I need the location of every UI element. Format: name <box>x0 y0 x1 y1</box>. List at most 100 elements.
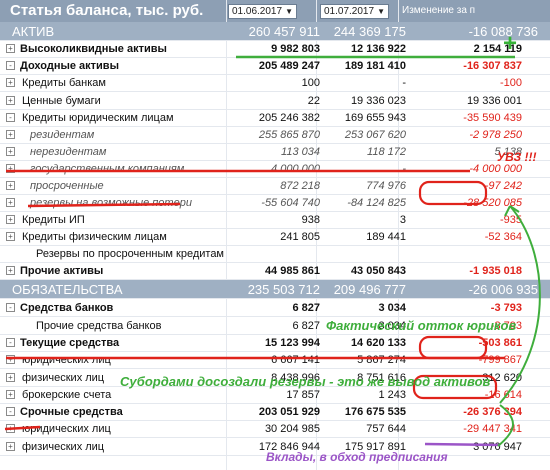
expand-icon[interactable]: + <box>6 266 15 275</box>
section-row[interactable]: АКТИВ 260 457 911 244 369 175 -16 088 736 <box>0 22 550 41</box>
row-label: брокерские счета <box>22 389 112 401</box>
table-row[interactable]: + юридических лиц 6 667 141 5 867 274 -799 8… <box>0 352 550 369</box>
collapse-icon[interactable]: - <box>6 407 15 416</box>
table-row[interactable]: + государственным компаниям 4 000 000 - -4 0… <box>0 161 550 178</box>
table-row[interactable]: + Прочие активы 44 985 861 43 050 843 -1 935… <box>0 263 550 280</box>
value-change: -97 242 <box>484 180 522 192</box>
row-label: Кредиты юридическим лицам <box>22 112 174 124</box>
value-date2: 3 <box>399 214 406 226</box>
expand-icon[interactable]: + <box>6 147 15 156</box>
row-label: юридических лиц <box>22 354 111 366</box>
table-row[interactable]: + резервы на возможные потери -55 604 740 -… <box>0 195 550 212</box>
value-change: -26 006 935 <box>468 282 538 297</box>
value-change: -35 590 439 <box>463 112 522 124</box>
value-change: -29 447 341 <box>463 423 522 435</box>
expand-icon[interactable]: + <box>6 424 15 433</box>
row-label: Текущие средства <box>20 337 120 349</box>
value-date1: 4 000 000 <box>271 163 320 175</box>
collapse-icon[interactable]: - <box>6 303 15 312</box>
table-row[interactable]: Резервы по просроченным кредитам <box>0 246 550 263</box>
table-row[interactable]: + юридических лиц 30 204 985 757 644 -29 447… <box>0 421 550 438</box>
collapse-icon[interactable]: - <box>6 61 15 70</box>
table-row[interactable]: - Доходные активы 205 489 247 189 181 410 -1… <box>0 58 550 75</box>
expand-icon[interactable]: + <box>6 44 15 53</box>
value-date1: 22 <box>307 95 320 107</box>
expand-icon[interactable]: + <box>6 232 15 241</box>
value-date2: 176 675 535 <box>344 406 406 418</box>
table-row[interactable]: - Кредиты юридическим лицам 205 246 382 169… <box>0 110 550 127</box>
table-row[interactable]: + Кредиты ИП 938 3 -935 <box>0 212 550 229</box>
value-change: -503 861 <box>478 337 522 349</box>
table-row[interactable]: + Высоколиквидные активы 9 982 803 12 136 9… <box>0 41 550 58</box>
row-label: Высоколиквидные активы <box>20 43 167 55</box>
value-date1: 235 503 712 <box>247 282 320 297</box>
row-label: ОБЯЗАТЕЛЬСТВА <box>12 282 123 297</box>
value-date1: 6 667 141 <box>271 354 320 366</box>
change-column-header: Изменение за п <box>402 5 476 16</box>
value-date2: 5 867 274 <box>357 354 406 366</box>
collapse-icon[interactable]: - <box>6 338 15 347</box>
value-date1: 205 246 382 <box>258 112 320 124</box>
row-label: Доходные активы <box>20 60 119 72</box>
value-date2: 774 976 <box>366 180 406 192</box>
expand-icon[interactable]: + <box>6 130 15 139</box>
value-date2: 12 136 922 <box>350 43 406 55</box>
table-row[interactable]: + Кредиты банкам 100 - -100 <box>0 75 550 92</box>
value-change: -16 614 <box>484 389 522 401</box>
annotation-uvz: УВЗ !!! <box>497 150 537 164</box>
value-date2: 253 067 620 <box>344 129 406 141</box>
date2-select[interactable]: 01.07.2017 ▼ <box>320 4 389 19</box>
value-date2: -84 124 825 <box>347 197 406 209</box>
table-row[interactable]: + просроченные 872 218 774 976 -97 242 <box>0 178 550 195</box>
value-date2: - <box>402 77 406 89</box>
table-row[interactable]: - Текущие средства 15 123 994 14 620 133 -50… <box>0 335 550 352</box>
chevron-down-icon: ▼ <box>377 7 385 16</box>
table-header: Статья баланса, тыс. руб. 01.06.2017 ▼ 01… <box>0 0 550 23</box>
value-date1: 113 034 <box>281 146 320 158</box>
expand-icon[interactable]: + <box>6 181 15 190</box>
expand-icon[interactable]: + <box>6 390 15 399</box>
row-label: Прочие средства банков <box>36 320 162 332</box>
value-change: -935 <box>499 214 522 226</box>
row-label: Прочие активы <box>20 265 104 277</box>
collapse-icon[interactable]: - <box>6 113 15 122</box>
value-change: -16 307 837 <box>463 60 522 72</box>
value-date1: 44 985 861 <box>264 265 320 277</box>
section-row[interactable]: ОБЯЗАТЕЛЬСТВА 235 503 712 209 496 777 -26 0… <box>0 280 550 299</box>
row-label: государственным компаниям <box>30 163 185 175</box>
date1-value: 01.06.2017 <box>232 6 283 17</box>
table-row[interactable]: - Средства банков 6 827 3 034 -3 793 <box>0 300 550 317</box>
value-change: -100 <box>499 77 522 89</box>
value-date1: 203 051 929 <box>258 406 320 418</box>
row-label: Кредиты ИП <box>22 214 85 226</box>
value-date1: 872 218 <box>280 180 320 192</box>
date1-select[interactable]: 01.06.2017 ▼ <box>228 4 297 19</box>
expand-icon[interactable]: + <box>6 78 15 87</box>
value-date1: 30 204 985 <box>264 423 320 435</box>
table-title: Статья баланса, тыс. руб. <box>10 2 204 19</box>
value-date2: 209 496 777 <box>333 282 406 297</box>
expand-icon[interactable]: + <box>6 373 15 382</box>
value-date2: 3 034 <box>378 302 406 314</box>
expand-icon[interactable]: + <box>6 355 15 364</box>
expand-icon[interactable]: + <box>6 198 15 207</box>
table-row[interactable]: + нерезидентам 113 034 118 172 5 138 <box>0 144 550 161</box>
row-label: нерезидентам <box>30 146 107 158</box>
annotation-deposits: Вклады, в обход предписания <box>266 450 448 464</box>
value-date2: 169 655 943 <box>344 112 406 124</box>
row-label: Средства банков <box>20 302 114 314</box>
table-row[interactable]: - Срочные средства 203 051 929 176 675 535 -… <box>0 404 550 421</box>
table-row[interactable]: + резидентам 255 865 870 253 067 620 -2 978 … <box>0 127 550 144</box>
expand-icon[interactable]: + <box>6 96 15 105</box>
expand-icon[interactable]: + <box>6 164 15 173</box>
expand-icon[interactable]: + <box>6 215 15 224</box>
table-row[interactable]: + Ценные бумаги 22 19 336 023 19 336 001 <box>0 93 550 110</box>
table-row[interactable]: + брокерские счета 17 857 1 243 -16 614 <box>0 387 550 404</box>
value-change: -4 000 000 <box>469 163 522 175</box>
expand-icon[interactable]: + <box>6 442 15 451</box>
value-change: -28 520 085 <box>463 197 522 209</box>
table-row[interactable]: + Кредиты физическим лицам 241 805 189 441 -… <box>0 229 550 246</box>
row-label: юридических лиц <box>22 423 111 435</box>
value-date2: 757 644 <box>366 423 406 435</box>
row-label: Ценные бумаги <box>22 95 101 107</box>
